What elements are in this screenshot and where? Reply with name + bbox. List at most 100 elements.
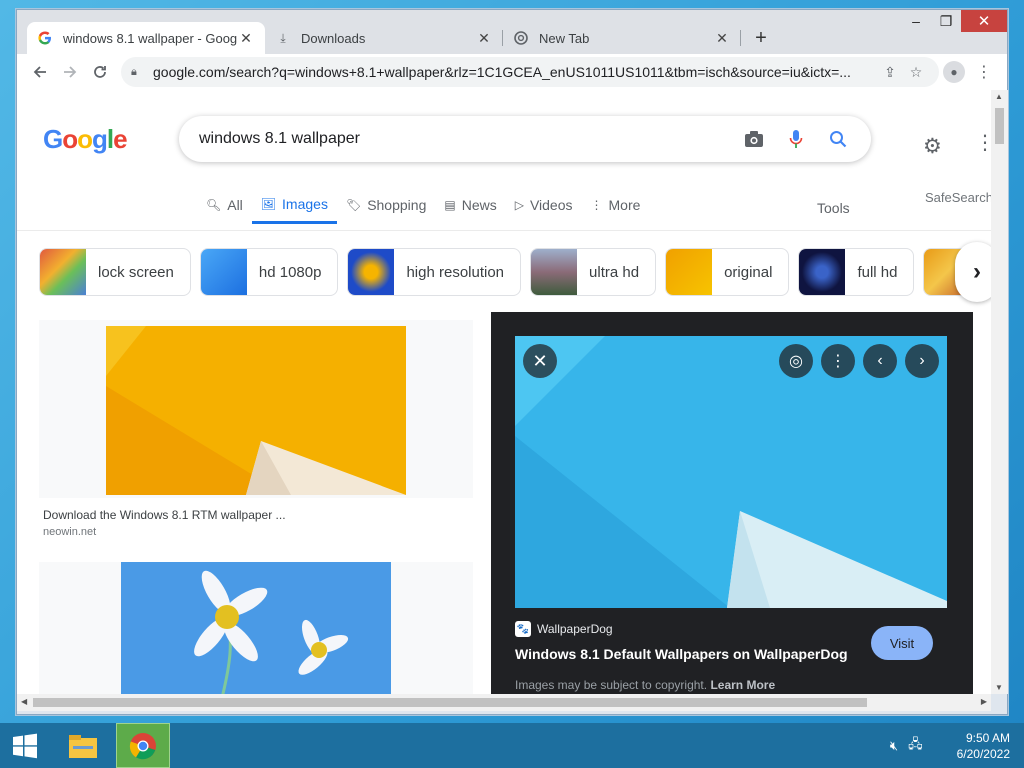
page-content: Google windows 8.1 wallpaper ⚙ ⋮⋮ 🔍︎All …: [17, 90, 991, 694]
tab-label: Videos: [529, 197, 573, 213]
clock[interactable]: 9:50 AM 6/20/2022: [957, 730, 1010, 762]
visit-button[interactable]: Visit: [871, 626, 933, 660]
tab-more[interactable]: ⋮ More: [582, 186, 650, 224]
chip-lock-screen[interactable]: lock screen: [39, 248, 191, 296]
tab-strip: windows 8.1 wallpaper - Google ✕ ⤓ Downl…: [27, 22, 775, 54]
menu-button[interactable]: ⋮: [969, 57, 999, 87]
chip-hd-1080p[interactable]: hd 1080p: [199, 248, 339, 296]
profile-button[interactable]: ●: [939, 57, 969, 87]
chip-original[interactable]: original: [665, 248, 790, 296]
back-button[interactable]: [25, 57, 55, 87]
tab-images[interactable]: 🖼︎ Images: [251, 186, 337, 224]
tab-downloads[interactable]: ⤓ Downloads ✕: [265, 22, 503, 54]
chip-label: high resolution: [406, 263, 505, 281]
close-window-button[interactable]: ✕: [961, 10, 1007, 32]
logo-letter: G: [43, 124, 63, 154]
close-tab-icon[interactable]: ✕: [237, 29, 255, 47]
safesearch-link[interactable]: SafeSearch: [925, 190, 991, 205]
scroll-down-arrow-icon[interactable]: ▼: [995, 683, 1003, 692]
horizontal-scrollbar[interactable]: ◀ ▶: [17, 694, 991, 711]
chip-label: ultra hd: [589, 263, 640, 281]
chrome-icon: [513, 30, 529, 46]
close-preview-button[interactable]: ✕: [523, 344, 557, 378]
scroll-left-arrow-icon[interactable]: ◀: [21, 697, 27, 706]
chip-label: original: [724, 263, 773, 281]
search-box[interactable]: windows 8.1 wallpaper: [179, 116, 871, 162]
minimize-button[interactable]: –: [901, 10, 931, 32]
tab-news[interactable]: ▤ News: [435, 186, 505, 224]
chip-thumbnail: [348, 249, 395, 295]
volume-muted-icon[interactable]: 🔇︎: [890, 738, 898, 754]
more-vert-icon: ⋮: [590, 198, 603, 212]
next-image-button[interactable]: ›: [905, 344, 939, 378]
tab-new-tab[interactable]: New Tab ✕: [503, 22, 741, 54]
scroll-thumb[interactable]: [33, 698, 867, 707]
scroll-thumb[interactable]: [995, 108, 1004, 144]
chip-thumbnail: [666, 249, 713, 295]
preview-image[interactable]: ✕ ◎ ⋮ ‹ ›: [515, 336, 947, 608]
learn-more-link[interactable]: Learn More: [710, 678, 775, 692]
scroll-up-arrow-icon[interactable]: ▲: [995, 92, 1003, 101]
maximize-button[interactable]: ❐: [931, 10, 961, 32]
chip-high-resolution[interactable]: high resolution: [347, 248, 522, 296]
chip-thumbnail: [40, 249, 86, 295]
result-caption[interactable]: Download the Windows 8.1 RTM wallpaper .…: [43, 508, 286, 522]
tab-label: More: [608, 197, 641, 213]
close-tab-icon[interactable]: ✕: [713, 29, 731, 47]
divider: [17, 230, 991, 231]
search-icon[interactable]: [817, 118, 859, 160]
share-icon[interactable]: ⇪: [877, 59, 903, 85]
lens-icon[interactable]: ◎: [779, 344, 813, 378]
microphone-icon[interactable]: [775, 118, 817, 160]
tab-shopping[interactable]: 🏷︎ Shopping: [337, 186, 435, 224]
tab-videos[interactable]: ▷ Videos: [506, 186, 582, 224]
chip-thumbnail: [799, 249, 846, 295]
chrome-taskbar-button[interactable]: [116, 723, 170, 768]
arrow-right-icon: [64, 66, 77, 78]
network-icon[interactable]: 🖧: [908, 735, 923, 757]
reload-icon: [94, 66, 106, 78]
chip-full-hd[interactable]: full hd: [798, 248, 915, 296]
more-vert-icon[interactable]: ⋮: [821, 344, 855, 378]
google-logo[interactable]: Google: [43, 124, 128, 155]
result-image[interactable]: [121, 562, 391, 694]
new-tab-button[interactable]: +: [747, 24, 775, 52]
preview-title[interactable]: Windows 8.1 Default Wallpapers on Wallpa…: [515, 646, 848, 662]
url-text: google.com/search?q=windows+8.1+wallpape…: [153, 64, 851, 80]
camera-icon[interactable]: [733, 118, 775, 160]
file-explorer-taskbar-button[interactable]: [56, 723, 110, 768]
start-button[interactable]: [0, 723, 50, 768]
browser-toolbar: 🔒︎ google.com/search?q=windows+8.1+wallp…: [17, 54, 1007, 90]
clock-date: 6/20/2022: [956, 746, 1010, 761]
folder-icon: [69, 734, 97, 758]
tools-button[interactable]: Tools: [817, 200, 850, 216]
chip-thumbnail: [200, 249, 247, 295]
chip-thumbnail: [531, 249, 578, 295]
previous-image-button[interactable]: ‹: [863, 344, 897, 378]
tab-all[interactable]: 🔍︎ All: [197, 186, 252, 224]
copyright-notice: Images may be subject to copyright. Lear…: [515, 678, 775, 692]
bookmark-star-icon[interactable]: ☆: [903, 59, 929, 85]
image-result[interactable]: [39, 562, 473, 694]
vertical-scrollbar[interactable]: ▲ ▼: [991, 90, 1008, 694]
apps-grid-icon[interactable]: ⋮⋮: [975, 130, 991, 155]
search-query[interactable]: windows 8.1 wallpaper: [199, 130, 733, 148]
settings-gear-icon[interactable]: ⚙: [923, 134, 942, 159]
reload-button[interactable]: [85, 57, 115, 87]
address-bar[interactable]: 🔒︎ google.com/search?q=windows+8.1+wallp…: [121, 57, 939, 87]
scroll-right-arrow-icon[interactable]: ▶: [981, 697, 987, 706]
tab-google-search[interactable]: windows 8.1 wallpaper - Google ✕: [27, 22, 265, 54]
search-icon: 🔍︎: [206, 198, 222, 212]
forward-button[interactable]: [55, 57, 85, 87]
video-icon: ▷: [514, 198, 524, 212]
result-image[interactable]: [106, 326, 406, 495]
tab-title: New Tab: [539, 30, 590, 46]
taskbar: 🔇︎ 🖧 9:50 AM 6/20/2022: [0, 723, 1024, 768]
result-source[interactable]: neowin.net: [43, 526, 96, 538]
close-tab-icon[interactable]: ✕: [475, 29, 493, 47]
chips-next-button[interactable]: ›: [955, 242, 991, 302]
chip-ultra-hd[interactable]: ultra hd: [530, 248, 657, 296]
image-result[interactable]: [39, 320, 473, 498]
preview-site[interactable]: 🐾 WallpaperDog: [515, 621, 613, 637]
logo-letter: e: [113, 124, 128, 154]
